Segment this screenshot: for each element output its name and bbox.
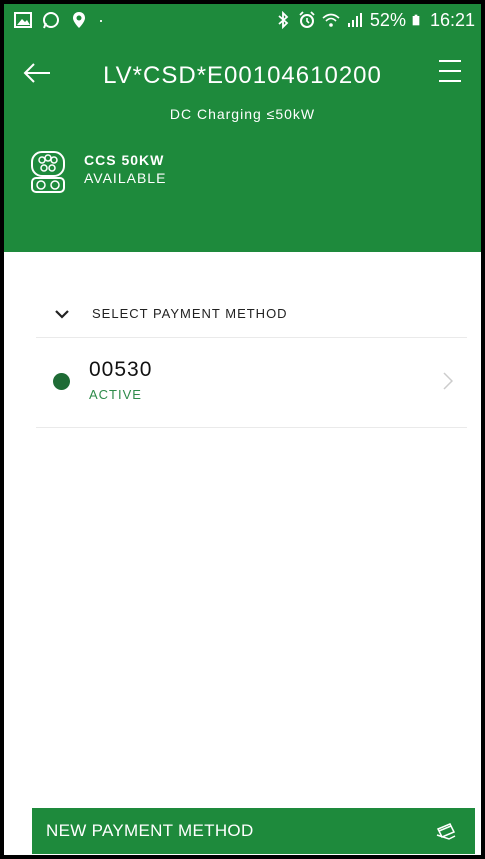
new-payment-method-button[interactable]: NEW PAYMENT METHOD (32, 808, 475, 854)
whatsapp-icon (43, 12, 59, 29)
battery-percent: 52% (369, 9, 406, 30)
credit-card-icon (436, 823, 456, 840)
ccs-connector-icon (31, 151, 65, 193)
new-payment-method-label: NEW PAYMENT METHOD (46, 821, 254, 840)
chevron-down-icon (55, 309, 69, 319)
hamburger-menu-icon[interactable] (437, 58, 463, 84)
select-payment-method-toggle[interactable]: SELECT PAYMENT METHOD (36, 290, 467, 338)
location-pin-icon (73, 12, 85, 28)
charging-type-subtitle: DC Charging ≤50kW (169, 106, 316, 122)
select-payment-method-label: SELECT PAYMENT METHOD (92, 306, 288, 321)
status-bar-right-icons: 52% 16:21 (274, 10, 475, 31)
status-bar: · 52% 16:21 (0, 0, 485, 40)
payment-method-id: 00530 (89, 358, 153, 381)
active-status-dot (53, 373, 70, 390)
station-header: LV*CSD*E00104610200 DC Charging ≤50kW CC… (0, 40, 485, 252)
signal-icon (347, 13, 362, 27)
alarm-icon (299, 11, 315, 28)
chevron-right-icon (443, 372, 453, 390)
bluetooth-icon (278, 11, 289, 29)
gallery-icon (14, 12, 32, 28)
battery-icon (412, 14, 420, 26)
connector-status: AVAILABLE (84, 170, 167, 186)
payment-method-status: ACTIVE (89, 387, 142, 402)
connector-name: CCS 50KW (84, 152, 165, 168)
wifi-icon (322, 13, 340, 27)
dot-icon: · (98, 9, 104, 30)
clock-time: 16:21 (429, 9, 475, 30)
payment-method-item[interactable]: 00530 ACTIVE (36, 338, 467, 428)
status-bar-left-icons: · (14, 10, 104, 31)
station-id-title: LV*CSD*E00104610200 (103, 62, 382, 89)
